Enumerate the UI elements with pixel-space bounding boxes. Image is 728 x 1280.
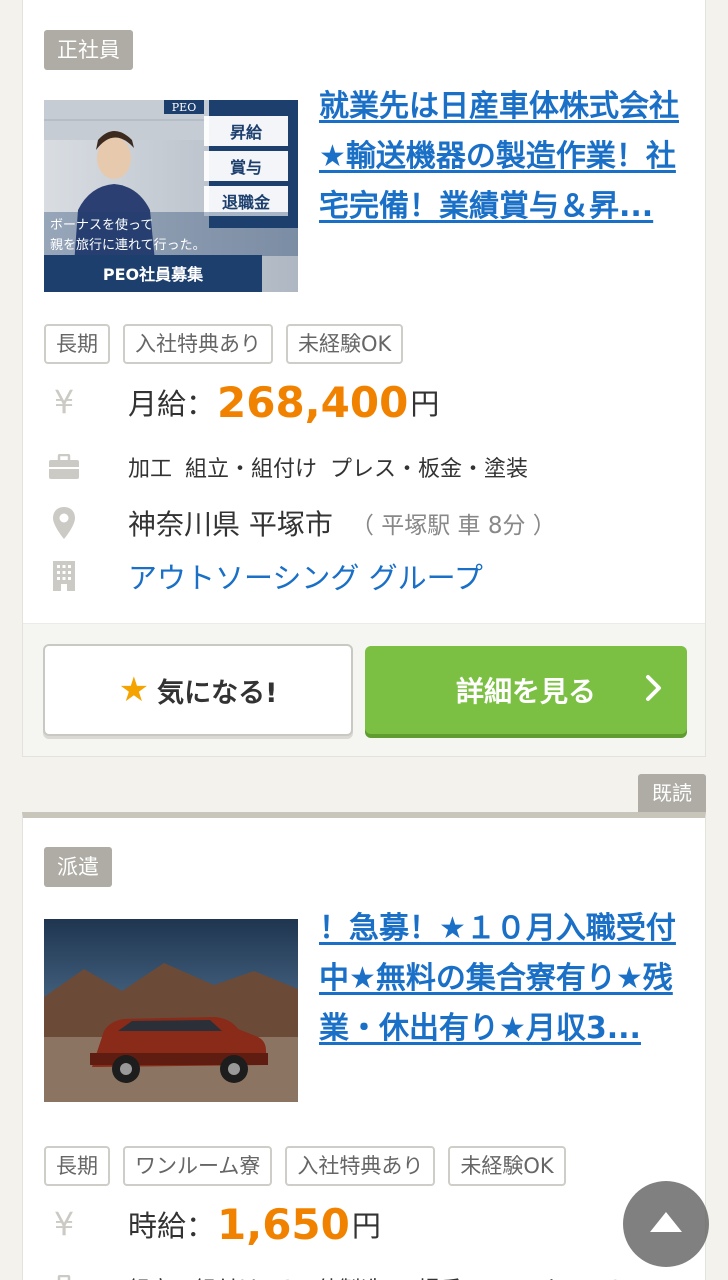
favorite-label: 気になる! xyxy=(157,677,278,709)
yen-icon: ¥ xyxy=(53,1205,75,1243)
image-benefit-text: 退職金 xyxy=(222,193,271,212)
feature-tag: 入社特典あり xyxy=(123,324,273,364)
view-details-label: 詳細を見る xyxy=(455,675,596,708)
job-thumbnail[interactable] xyxy=(44,919,298,1102)
read-badge: 既読 xyxy=(638,774,706,812)
map-pin-icon xyxy=(44,503,84,543)
image-banner-text: PEO社員募集 xyxy=(103,265,204,284)
chevron-right-icon xyxy=(645,674,663,710)
briefcase-icon xyxy=(44,1268,84,1280)
location-row: 神奈川県 平塚市 （ 平塚駅 車 8分 ） xyxy=(44,499,556,547)
salary-unit: 円 xyxy=(410,387,440,421)
salary-row: ¥ 時給： 1,650 円 xyxy=(44,1197,381,1251)
job-title-link[interactable]: ！急募！★１０月入職受付中★無料の集合寮有り★残業・休出有り★月収3... xyxy=(319,904,689,1054)
job-title-link[interactable]: 就業先は日産車体株式会社★輸送機器の製造作業！社宅完備！業績賞与＆昇... xyxy=(319,82,689,232)
arrow-up-icon xyxy=(648,1210,684,1238)
briefcase-icon xyxy=(44,447,84,487)
image-benefit-text: 昇給 xyxy=(230,123,263,142)
image-corner-text: PEO xyxy=(172,101,196,114)
salary-unit: 円 xyxy=(351,1209,381,1243)
building-icon xyxy=(44,556,84,596)
image-benefit-text: 賞与 xyxy=(230,158,262,177)
favorite-button[interactable]: ★ 気になる! xyxy=(43,644,353,736)
job-thumbnail[interactable]: PEO 昇給 賞与 退職金 ボーナスを使って 親を旅行に連れて行った。 PEO社… xyxy=(44,100,298,292)
salary-value: 1,650 xyxy=(217,1199,350,1249)
company-row: アウトソーシング グループ xyxy=(44,552,483,600)
job-category-row: 組立・組付け その他製造 工場系 フォークリフト xyxy=(44,1266,629,1280)
job-category-row: 加工 組立・組付け プレス・板金・塗装 xyxy=(44,445,528,489)
feature-tags: 長期 入社特典あり 未経験OK xyxy=(44,324,404,364)
feature-tag: 入社特典あり xyxy=(285,1146,436,1186)
salary-label: 月給： xyxy=(128,387,216,421)
image-caption-line: ボーナスを使って xyxy=(50,217,153,233)
company-link[interactable]: アウトソーシング グループ xyxy=(128,555,483,597)
station-text: （ 平塚駅 車 8分 ） xyxy=(350,513,556,539)
scroll-to-top-button[interactable] xyxy=(623,1181,709,1267)
yen-icon: ¥ xyxy=(53,383,75,421)
feature-tag: 未経験OK xyxy=(286,324,404,364)
feature-tag: 未経験OK xyxy=(448,1146,566,1186)
feature-tag: ワンルーム寮 xyxy=(123,1146,273,1186)
salary-row: ¥ 月給： 268,400 円 xyxy=(44,375,440,429)
feature-tags: 長期 ワンルーム寮 入社特典あり 未経験OK xyxy=(44,1146,566,1186)
feature-tag: 長期 xyxy=(44,324,110,364)
job-category-text: 組立・組付け その他製造 工場系 フォークリフト xyxy=(128,1272,629,1280)
feature-tag: 長期 xyxy=(44,1146,110,1186)
salary-label: 時給： xyxy=(128,1209,216,1243)
employment-type-tag: 派遣 xyxy=(44,847,112,887)
card-actions: ★ 気になる! 詳細を見る xyxy=(23,623,705,756)
employment-type-tag: 正社員 xyxy=(44,30,133,70)
job-category-text: 加工 組立・組付け プレス・板金・塗装 xyxy=(128,457,528,482)
job-card: 派遣 ！急募！★１０月入職受付中★無料の集合寮有り★残業・休出有り★月収3...… xyxy=(22,812,706,1280)
image-caption-line: 親を旅行に連れて行った。 xyxy=(50,238,206,253)
job-card: 正社員 PEO 昇給 賞与 退職金 ボーナスを使って 親を旅行に連れて行った。 … xyxy=(22,0,706,757)
star-icon: ★ xyxy=(118,670,150,710)
salary-value: 268,400 xyxy=(217,377,409,427)
location-text: 神奈川県 平塚市 xyxy=(128,508,333,541)
view-details-button[interactable]: 詳細を見る xyxy=(365,646,687,734)
